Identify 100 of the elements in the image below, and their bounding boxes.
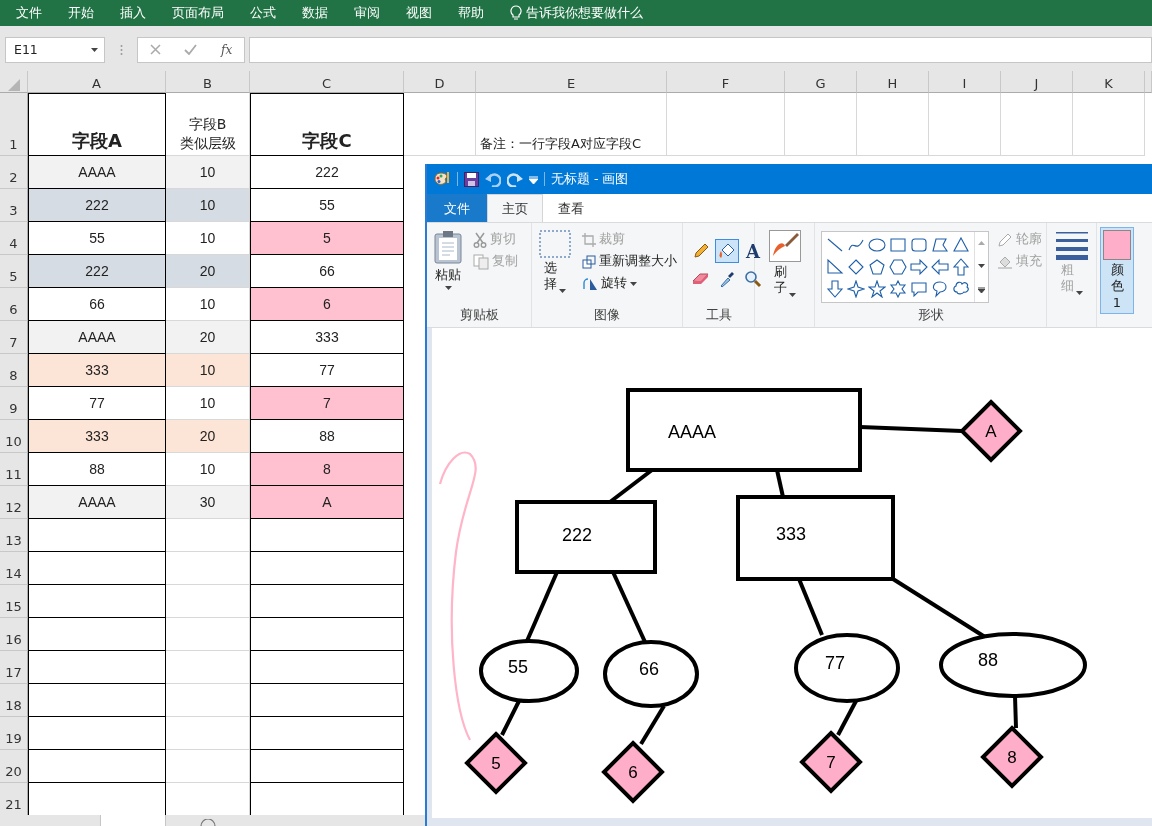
menu-item[interactable]: 数据	[302, 4, 328, 22]
drag-handle-icon[interactable]	[119, 43, 123, 56]
undo-icon[interactable]	[485, 171, 501, 187]
oval-callout-icon[interactable]	[931, 280, 949, 298]
six-point-star-icon[interactable]	[889, 280, 907, 298]
table-cell: 333	[28, 354, 166, 387]
polygon-icon[interactable]	[931, 236, 949, 254]
menu-item[interactable]: 开始	[68, 4, 94, 22]
menu-item[interactable]: 帮助	[458, 4, 484, 22]
scroll-down-icon[interactable]	[978, 264, 985, 268]
row-header[interactable]: 11	[0, 453, 28, 486]
pentagon-icon[interactable]	[868, 258, 886, 276]
row-header[interactable]: 9	[0, 387, 28, 420]
row-header[interactable]: 5	[0, 255, 28, 288]
up-arrow-icon[interactable]	[952, 258, 970, 276]
ribbon-tab[interactable]: 主页	[487, 194, 543, 222]
diamond-icon[interactable]	[847, 258, 865, 276]
ribbon-button[interactable]: 旋转	[580, 274, 679, 293]
tool-button[interactable]	[715, 239, 739, 263]
row-header[interactable]: 10	[0, 420, 28, 453]
column-header[interactable]: H	[857, 71, 929, 93]
row-header[interactable]: 12	[0, 486, 28, 519]
color-1-button[interactable]: 颜色 1	[1100, 227, 1134, 314]
brush-icon	[768, 230, 801, 262]
four-point-star-icon[interactable]	[847, 280, 865, 298]
magnifier-icon	[744, 270, 762, 288]
star-icon[interactable]	[868, 280, 886, 298]
customize-toolbar-icon[interactable]	[529, 174, 538, 184]
column-header[interactable]: G	[785, 71, 857, 93]
row-header[interactable]: 1	[0, 93, 28, 156]
select-button[interactable]: 选择	[536, 227, 574, 296]
row-header[interactable]: 8	[0, 354, 28, 387]
hexagon-icon[interactable]	[889, 258, 907, 276]
menu-item[interactable]: 公式	[250, 4, 276, 22]
table-cell: 88	[250, 420, 404, 453]
row-header[interactable]: 17	[0, 651, 28, 684]
row-header[interactable]: 20	[0, 750, 28, 783]
ribbon-button[interactable]: 重新调整大小	[580, 252, 679, 271]
eraser-icon	[692, 272, 710, 286]
connector-line	[500, 700, 521, 736]
row-header[interactable]: 19	[0, 717, 28, 750]
column-header[interactable]: D	[404, 71, 476, 93]
caret-icon	[559, 288, 566, 293]
tell-me-search[interactable]: 告诉我你想要做什么	[526, 4, 643, 22]
column-header[interactable]: I	[929, 71, 1001, 93]
down-arrow-icon[interactable]	[826, 280, 844, 298]
table-cell: 55	[250, 189, 404, 222]
row-header[interactable]: 6	[0, 288, 28, 321]
paste-button[interactable]: 粘贴	[431, 227, 465, 293]
menu-item[interactable]: 页面布局	[172, 4, 224, 22]
row-header[interactable]: 13	[0, 519, 28, 552]
row-header[interactable]: 7	[0, 321, 28, 354]
column-header[interactable]: E	[476, 71, 667, 93]
column-header[interactable]: K	[1073, 71, 1145, 93]
expand-gallery-icon[interactable]	[978, 286, 985, 293]
save-icon[interactable]	[464, 171, 479, 187]
column-header[interactable]: B	[166, 71, 250, 93]
brush-button[interactable]: 刷子	[765, 227, 804, 300]
name-box[interactable]: E11	[5, 36, 105, 63]
line-icon[interactable]	[826, 236, 844, 254]
add-sheet-icon[interactable]	[200, 819, 216, 826]
column-header[interactable]: C	[250, 71, 404, 93]
row-header[interactable]: 15	[0, 585, 28, 618]
row-header[interactable]: 3	[0, 189, 28, 222]
right-arrow-icon[interactable]	[910, 258, 928, 276]
table-cell: 5	[250, 222, 404, 255]
pen-icon	[997, 231, 1013, 248]
header-cell: 字段B 类似层级	[179, 115, 236, 153]
row-header[interactable]: 4	[0, 222, 28, 255]
column-header[interactable]: J	[1001, 71, 1073, 93]
file-menu-tab[interactable]: 文件	[427, 194, 487, 222]
connector-line	[836, 700, 858, 736]
table-cell: A	[250, 486, 404, 519]
row-header[interactable]: 2	[0, 156, 28, 189]
menu-item[interactable]: 视图	[406, 4, 432, 22]
palette-icon[interactable]	[433, 171, 451, 187]
menu-item[interactable]: 文件	[16, 4, 42, 22]
lightbulb-icon	[510, 5, 522, 21]
cloud-callout-icon[interactable]	[952, 280, 970, 298]
selection-icon	[539, 230, 571, 258]
column-header[interactable]: A	[28, 71, 166, 93]
row-header[interactable]: 14	[0, 552, 28, 585]
menu-item[interactable]: 插入	[120, 4, 146, 22]
formula-field[interactable]	[249, 36, 1152, 63]
speech-bubble-icon[interactable]	[910, 280, 928, 298]
redo-icon[interactable]	[507, 171, 523, 187]
left-arrow-icon[interactable]	[931, 258, 949, 276]
menu-item[interactable]: 审阅	[354, 4, 380, 22]
checkmark-icon[interactable]	[184, 44, 198, 55]
row-header[interactable]: 18	[0, 684, 28, 717]
triangle-icon[interactable]	[952, 236, 970, 254]
row-header[interactable]: 16	[0, 618, 28, 651]
column-header[interactable]: F	[667, 71, 785, 93]
row-header[interactable]: 21	[0, 783, 28, 816]
right-triangle-icon[interactable]	[826, 258, 844, 276]
table-cell: 6	[250, 288, 404, 321]
tool-button[interactable]: A	[741, 239, 765, 263]
insert-function-button[interactable]: fx	[221, 42, 233, 57]
group-label: 形状	[916, 307, 945, 324]
table-cell: 333	[250, 321, 404, 354]
